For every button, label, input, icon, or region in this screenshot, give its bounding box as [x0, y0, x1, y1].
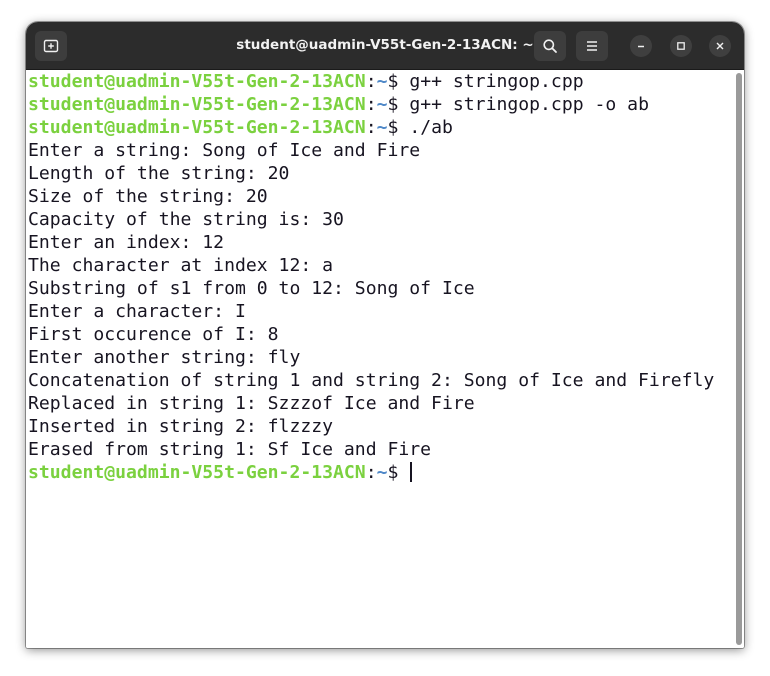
- terminal-area[interactable]: student@uadmin-V55t-Gen-2-13ACN:~$ g++ s…: [26, 70, 744, 648]
- prompt-symbol: $: [387, 71, 410, 92]
- output-text: Enter another string: fly: [28, 347, 301, 368]
- maximize-button[interactable]: [670, 35, 692, 57]
- output-line: Enter another string: fly: [28, 346, 714, 369]
- output-line: Enter a character: I: [28, 300, 714, 323]
- text-cursor: [410, 462, 413, 482]
- menu-button[interactable]: [576, 31, 608, 61]
- output-line: Replaced in string 1: Szzzof Ice and Fir…: [28, 392, 714, 415]
- minimize-button[interactable]: [630, 35, 652, 57]
- command-text: ./ab: [409, 117, 453, 138]
- prompt-symbol: $: [387, 117, 410, 138]
- terminal-output: student@uadmin-V55t-Gen-2-13ACN:~$ g++ s…: [28, 70, 714, 484]
- command-text: g++ stringop.cpp -o ab: [409, 94, 649, 115]
- output-text: Replaced in string 1: Szzzof Ice and Fir…: [28, 393, 475, 414]
- output-text: Concatenation of string 1 and string 2: …: [28, 370, 715, 391]
- close-icon: [716, 42, 724, 50]
- new-tab-button[interactable]: [35, 31, 67, 61]
- prompt-line: student@uadmin-V55t-Gen-2-13ACN:~$ ./ab: [28, 116, 714, 139]
- prompt-separator: :: [365, 94, 377, 115]
- close-button[interactable]: [709, 35, 731, 57]
- title-bar[interactable]: student@uadmin-V55t-Gen-2-13ACN: ~: [26, 22, 744, 70]
- output-line: Enter an index: 12: [28, 231, 714, 254]
- prompt-user-host: student@uadmin-V55t-Gen-2-13ACN: [28, 462, 366, 483]
- output-line: Concatenation of string 1 and string 2: …: [28, 369, 714, 392]
- output-text: Capacity of the string is: 30: [28, 209, 344, 230]
- output-text: Substring of s1 from 0 to 12: Song of Ic…: [28, 278, 475, 299]
- output-text: Erased from string 1: Sf Ice and Fire: [28, 439, 432, 460]
- output-line: First occurence of I: 8: [28, 323, 714, 346]
- prompt-separator: :: [365, 71, 377, 92]
- search-button[interactable]: [534, 31, 566, 61]
- output-line: Inserted in string 2: flzzzy: [28, 415, 714, 438]
- prompt-path: ~: [376, 94, 388, 115]
- output-line: Erased from string 1: Sf Ice and Fire: [28, 438, 714, 461]
- prompt-symbol: $: [387, 462, 410, 483]
- output-text: Enter a character: I: [28, 301, 246, 322]
- output-text: Inserted in string 2: flzzzy: [28, 416, 334, 437]
- prompt-separator: :: [365, 462, 377, 483]
- prompt-user-host: student@uadmin-V55t-Gen-2-13ACN: [28, 117, 366, 138]
- minimize-icon: [638, 45, 644, 48]
- prompt-symbol: $: [387, 94, 410, 115]
- output-line: Capacity of the string is: 30: [28, 208, 714, 231]
- output-line: Length of the string: 20: [28, 162, 714, 185]
- command-text: g++ stringop.cpp: [409, 71, 584, 92]
- scrollbar[interactable]: [736, 73, 742, 645]
- output-text: Length of the string: 20: [28, 163, 290, 184]
- output-line: The character at index 12: a: [28, 254, 714, 277]
- output-text: Enter a string: Song of Ice and Fire: [28, 140, 421, 161]
- prompt-separator: :: [365, 117, 377, 138]
- output-line: Size of the string: 20: [28, 185, 714, 208]
- prompt-line: student@uadmin-V55t-Gen-2-13ACN:~$ g++ s…: [28, 70, 714, 93]
- output-line: Enter a string: Song of Ice and Fire: [28, 139, 714, 162]
- prompt-user-host: student@uadmin-V55t-Gen-2-13ACN: [28, 71, 366, 92]
- output-text: First occurence of I: 8: [28, 324, 279, 345]
- new-tab-icon: [43, 39, 59, 53]
- prompt-line: student@uadmin-V55t-Gen-2-13ACN:~$: [28, 461, 714, 484]
- prompt-line: student@uadmin-V55t-Gen-2-13ACN:~$ g++ s…: [28, 93, 714, 116]
- search-icon: [543, 39, 557, 53]
- output-text: Enter an index: 12: [28, 232, 225, 253]
- prompt-path: ~: [376, 117, 388, 138]
- output-text: Size of the string: 20: [28, 186, 268, 207]
- maximize-icon: [677, 42, 685, 50]
- hamburger-menu-icon: [587, 41, 597, 51]
- prompt-path: ~: [376, 71, 388, 92]
- prompt-path: ~: [376, 462, 388, 483]
- output-line: Substring of s1 from 0 to 12: Song of Ic…: [28, 277, 714, 300]
- output-text: The character at index 12: a: [28, 255, 334, 276]
- prompt-user-host: student@uadmin-V55t-Gen-2-13ACN: [28, 94, 366, 115]
- terminal-window: student@uadmin-V55t-Gen-2-13ACN: ~ stude…: [26, 22, 744, 648]
